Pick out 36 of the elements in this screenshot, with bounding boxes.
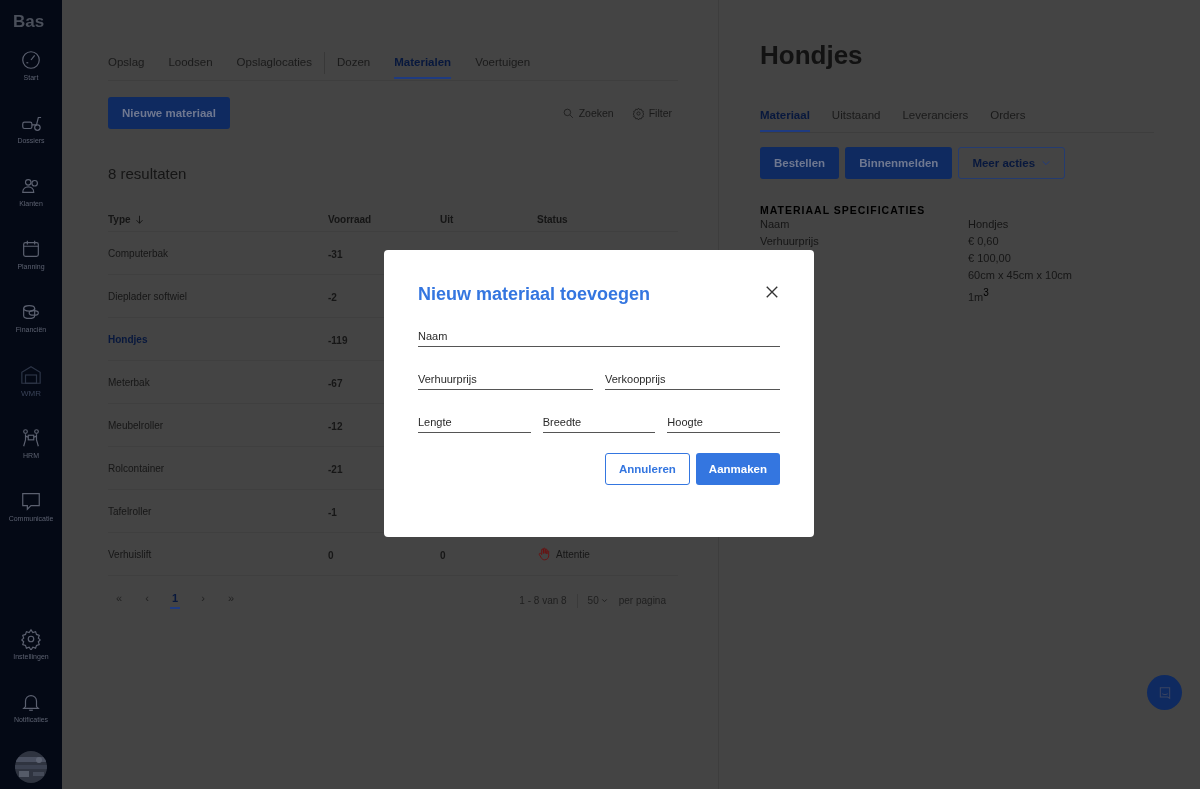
first-page-button[interactable]: « (114, 592, 124, 609)
input-field[interactable]: Naam (418, 324, 780, 347)
caret-icon (1041, 158, 1052, 168)
action-button[interactable]: Binnenmelden (845, 147, 953, 179)
section-heading: MATERIAAL SPECIFICATIES (760, 204, 927, 216)
table-cell[interactable]: Hondjes (108, 333, 328, 345)
dialog-title: Nieuw materiaal toevoegen (418, 284, 651, 305)
input-field[interactable]: Breedte (542, 410, 656, 433)
nav-icon (20, 628, 42, 650)
nav-icon (20, 49, 42, 71)
logo: Bas (13, 12, 45, 32)
more-actions-button[interactable]: Meer acties (958, 147, 1066, 179)
search-icon (561, 106, 575, 120)
settings-icon (631, 106, 645, 120)
tab[interactable]: Materialen (394, 47, 452, 79)
input-field[interactable]: Lengte (418, 410, 531, 433)
close-icon (765, 284, 779, 299)
new-material-button[interactable]: Nieuwe materiaal (108, 97, 230, 129)
nav-icon (20, 238, 42, 260)
create-button[interactable]: Aanmaken (695, 453, 780, 485)
page-button[interactable]: 1 (170, 592, 180, 609)
sort-arrow-icon (134, 214, 144, 224)
input-field[interactable]: Hoogte (667, 410, 780, 433)
next-page-button[interactable]: › (198, 592, 208, 609)
nav-icon (20, 490, 42, 512)
tab[interactable]: Materiaal (760, 101, 810, 132)
cancel-button[interactable]: Annuleren (604, 453, 690, 485)
last-page-button[interactable]: » (226, 592, 236, 609)
input-field[interactable]: Verhuurprijs (418, 367, 593, 390)
caret-icon (599, 596, 609, 605)
previous-page-button[interactable]: ‹ (142, 592, 152, 609)
nav-icon (20, 364, 42, 386)
action-button[interactable]: Bestellen (760, 147, 840, 179)
input-field[interactable]: Verkoopprijs (605, 367, 780, 390)
hand-icon (537, 547, 551, 561)
nav-icon (20, 427, 42, 449)
